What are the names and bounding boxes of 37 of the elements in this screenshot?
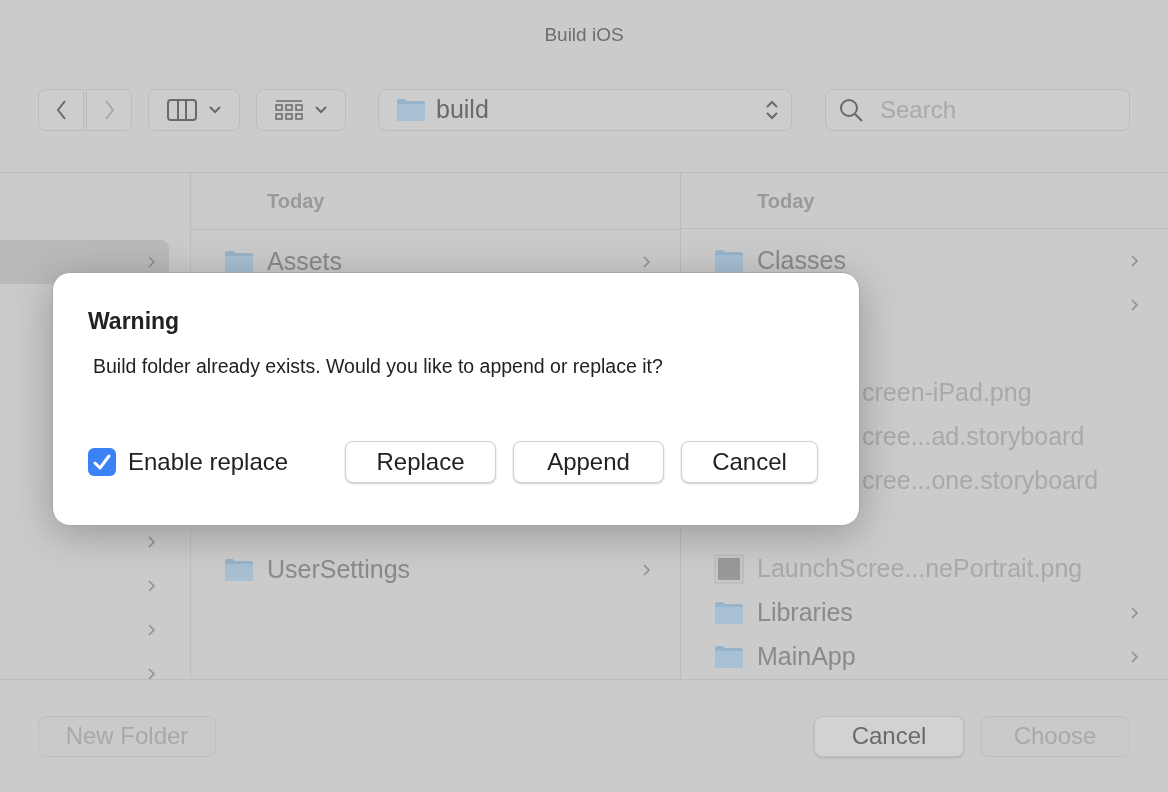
- dialog-button[interactable]: Cancel: [681, 440, 818, 483]
- folder-icon: [714, 248, 744, 274]
- grid-icon: [275, 100, 303, 120]
- search-icon: [839, 98, 863, 122]
- dialog-title: Warning: [88, 307, 180, 336]
- group-button[interactable]: [256, 89, 346, 131]
- chevron-down-icon: [209, 106, 221, 114]
- up-down-icon: [765, 100, 779, 120]
- chevron-right-icon: [147, 667, 157, 679]
- cancel-button[interactable]: Cancel: [814, 715, 964, 757]
- checkbox-label: Enable replace: [128, 446, 289, 477]
- folder-icon: [224, 249, 254, 275]
- checkbox[interactable]: [88, 447, 116, 476]
- folder-icon: [396, 97, 426, 123]
- dialog-message: Build folder already exists. Would you like to append or replace it?: [93, 353, 663, 379]
- chevron-right-icon: [147, 579, 157, 593]
- file-name[interactable]: MainApp: [757, 638, 856, 676]
- columns-icon: [167, 99, 197, 121]
- checkmark-icon: [92, 452, 112, 471]
- folder-icon: [714, 600, 744, 626]
- dialog-button[interactable]: Append: [513, 440, 664, 483]
- chevron-right-icon: [147, 623, 157, 637]
- image-file-icon: [714, 554, 744, 584]
- chevron-right-icon: [147, 255, 157, 269]
- view-mode-button[interactable]: [148, 89, 240, 131]
- folder-icon: [224, 557, 254, 583]
- folder-popup[interactable]: build: [378, 89, 792, 131]
- chevron-left-icon: [54, 99, 68, 121]
- chevron-right-icon: [102, 99, 116, 121]
- dialog-button[interactable]: Replace: [345, 440, 496, 483]
- chevron-right-icon: [147, 535, 157, 549]
- file-name[interactable]: UserSettings: [267, 551, 411, 589]
- folder-icon: [714, 644, 744, 670]
- file-name[interactable]: Libraries: [757, 594, 853, 632]
- back-button[interactable]: [38, 89, 84, 131]
- window-title: Build iOS: [544, 22, 624, 47]
- chevron-down-icon: [315, 106, 327, 114]
